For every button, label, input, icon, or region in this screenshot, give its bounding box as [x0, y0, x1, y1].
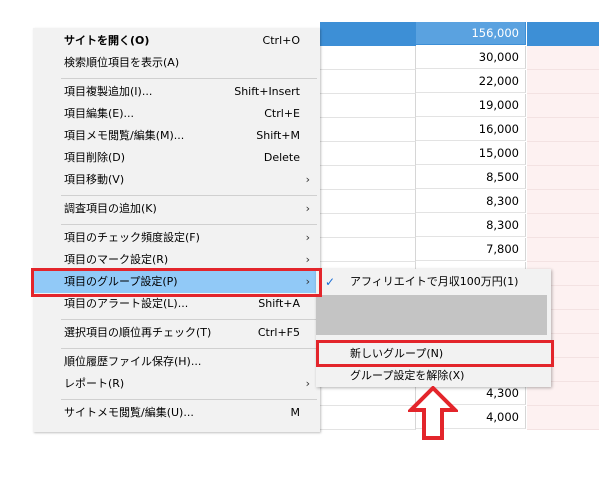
- table-row[interactable]: 8,300: [320, 214, 599, 238]
- menu-item-label: 項目のチェック頻度設定(F): [64, 231, 200, 244]
- menu-item-check-frequency[interactable]: 項目のチェック頻度設定(F) ›: [33, 227, 320, 249]
- table-cell-value: 7,800: [416, 238, 526, 261]
- chevron-right-icon: ›: [305, 173, 310, 186]
- table-row[interactable]: 30,000: [320, 46, 599, 70]
- menu-item-shortcut: Shift+M: [256, 129, 300, 142]
- menu-item-shortcut: Shift+Insert: [234, 85, 300, 98]
- menu-item-delete-item[interactable]: 項目削除(D) Delete: [33, 147, 320, 169]
- menu-item-item-memo[interactable]: 項目メモ閲覧/編集(M)... Shift+M: [33, 125, 320, 147]
- menu-item-label: サイトメモ閲覧/編集(U)...: [64, 406, 194, 419]
- table-cell-value: 15,000: [416, 142, 526, 165]
- table-cell-value: 30,000: [416, 46, 526, 69]
- menu-item-site-memo[interactable]: サイトメモ閲覧/編集(U)... M: [33, 402, 320, 424]
- menu-separator: [61, 224, 317, 225]
- table-row[interactable]: 16,000: [320, 118, 599, 142]
- menu-separator: [61, 78, 317, 79]
- table-cell-value: 8,500: [416, 166, 526, 189]
- menu-item-open-site[interactable]: サイトを開く(O) Ctrl+O: [33, 30, 320, 52]
- menu-item-add-survey-item[interactable]: 調査項目の追加(K) ›: [33, 198, 320, 220]
- menu-item-move-item[interactable]: 項目移動(V) ›: [33, 169, 320, 191]
- table-row[interactable]: 4,000: [320, 406, 599, 430]
- menu-item-label: 調査項目の追加(K): [64, 202, 157, 215]
- chevron-right-icon: ›: [305, 231, 310, 244]
- menu-item-label: 項目移動(V): [64, 173, 125, 186]
- menu-item-label: 項目削除(D): [64, 151, 126, 164]
- annotation-box-new-group: [316, 340, 554, 367]
- table-cell-value: 8,300: [416, 214, 526, 237]
- menu-item-shortcut: M: [290, 406, 301, 419]
- submenu-item-label: アフィリエイトで月収100万円(1): [350, 275, 519, 288]
- menu-item-shortcut: Delete: [263, 151, 300, 164]
- menu-item-shortcut: Ctrl+F5: [257, 326, 300, 339]
- group-submenu: ✓ アフィリエイトで月収100万円(1) 新しいグループ(N) グループ設定を解…: [316, 269, 551, 387]
- menu-item-recheck-rank[interactable]: 選択項目の順位再チェック(T) Ctrl+F5: [33, 322, 320, 344]
- menu-separator: [61, 399, 317, 400]
- chevron-right-icon: ›: [305, 202, 310, 215]
- table-row[interactable]: 156,000: [320, 22, 599, 46]
- menu-item-report[interactable]: レポート(R) ›: [33, 373, 320, 395]
- menu-item-save-history[interactable]: 順位履歴ファイル保存(H)...: [33, 351, 320, 373]
- table-row[interactable]: 7,800: [320, 238, 599, 262]
- menu-item-label: 順位履歴ファイル保存(H)...: [64, 355, 202, 368]
- table-row[interactable]: 15,000: [320, 142, 599, 166]
- table-cell-value: 22,000: [416, 70, 526, 93]
- table-cell-value: 16,000: [416, 118, 526, 141]
- table-cell-value: 8,300: [416, 190, 526, 213]
- table-row[interactable]: 19,000: [320, 94, 599, 118]
- chevron-right-icon: ›: [305, 377, 310, 390]
- menu-item-label: 検索順位項目を表示(A): [64, 56, 180, 69]
- menu-item-edit-item[interactable]: 項目編集(E)... Ctrl+E: [33, 103, 320, 125]
- check-icon: ✓: [325, 275, 336, 289]
- menu-separator: [61, 348, 317, 349]
- context-menu: サイトを開く(O) Ctrl+O 検索順位項目を表示(A) 項目複製追加(I).…: [33, 28, 320, 432]
- menu-item-shortcut: Ctrl+O: [262, 34, 300, 47]
- menu-item-show-rank-item[interactable]: 検索順位項目を表示(A): [33, 52, 320, 74]
- menu-item-label: 項目メモ閲覧/編集(M)...: [64, 129, 185, 142]
- table-cell-value: 156,000: [416, 22, 526, 45]
- annotation-box-group-setting: [31, 268, 322, 297]
- table-row[interactable]: 8,500: [320, 166, 599, 190]
- submenu-item-label: グループ設定を解除(X): [350, 369, 465, 382]
- submenu-item-clear-group[interactable]: グループ設定を解除(X): [316, 365, 551, 387]
- menu-separator: [61, 195, 317, 196]
- submenu-blank-area: [316, 295, 547, 335]
- menu-item-label: サイトを開く(O): [64, 34, 150, 47]
- menu-item-shortcut: Ctrl+E: [264, 107, 300, 120]
- menu-item-duplicate-item[interactable]: 項目複製追加(I)... Shift+Insert: [33, 81, 320, 103]
- menu-item-label: 項目編集(E)...: [64, 107, 135, 120]
- table-row[interactable]: 22,000: [320, 70, 599, 94]
- table-cell-value: 19,000: [416, 94, 526, 117]
- table-row[interactable]: 8,300: [320, 190, 599, 214]
- submenu-item-affiliate-group[interactable]: ✓ アフィリエイトで月収100万円(1): [316, 271, 551, 293]
- up-arrow-icon: [408, 386, 458, 440]
- menu-item-label: 選択項目の順位再チェック(T): [64, 326, 212, 339]
- menu-separator: [61, 319, 317, 320]
- menu-item-label: 項目複製追加(I)...: [64, 85, 153, 98]
- menu-item-label: レポート(R): [64, 377, 125, 390]
